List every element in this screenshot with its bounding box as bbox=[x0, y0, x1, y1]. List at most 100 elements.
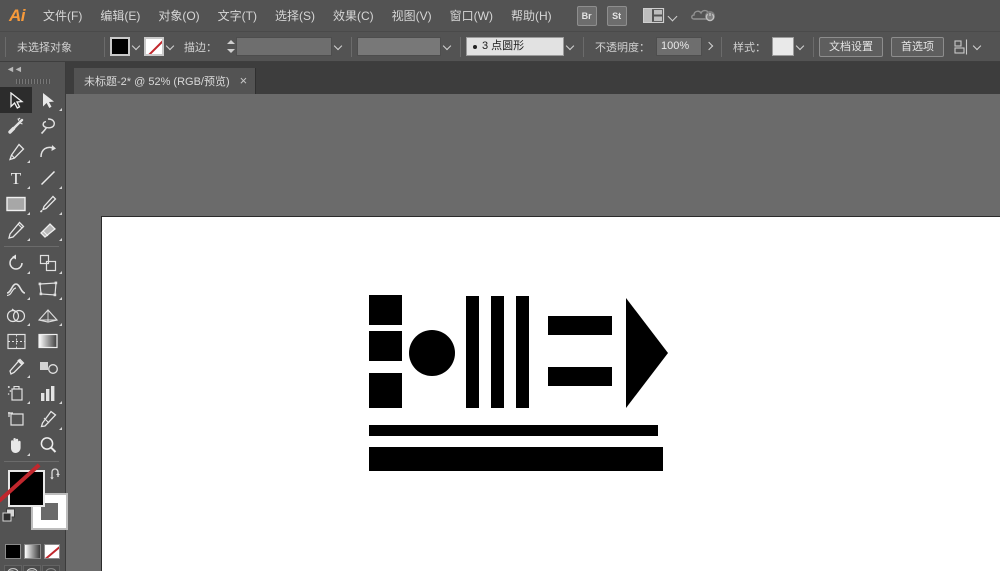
tool-eraser[interactable] bbox=[32, 217, 64, 243]
tool-mesh[interactable] bbox=[0, 328, 32, 354]
tool-shape-builder[interactable] bbox=[0, 302, 32, 328]
close-icon[interactable]: × bbox=[240, 74, 248, 88]
tool-curvature[interactable] bbox=[32, 139, 64, 165]
tool-eyedropper[interactable] bbox=[0, 354, 32, 380]
brush-definition-dropdown-arrow[interactable] bbox=[564, 37, 578, 56]
fast-forward-bars-logo[interactable] bbox=[102, 217, 1000, 571]
bridge-icon[interactable]: Br bbox=[576, 5, 597, 26]
tool-pen[interactable] bbox=[0, 139, 32, 165]
menu-file[interactable]: 文件(F) bbox=[34, 0, 91, 32]
menu-type[interactable]: 文字(T) bbox=[209, 0, 266, 32]
tool-gradient[interactable] bbox=[32, 328, 64, 354]
tool-symbol-sprayer[interactable] bbox=[0, 380, 32, 406]
color-mode-none[interactable] bbox=[43, 544, 60, 559]
tool-scale[interactable] bbox=[32, 250, 64, 276]
tool-paintbrush[interactable] bbox=[32, 191, 64, 217]
tool-artboard[interactable] bbox=[0, 406, 32, 432]
screen-mode-normal[interactable] bbox=[4, 565, 22, 571]
tool-perspective-grid[interactable] bbox=[32, 302, 64, 328]
equals-bottom bbox=[548, 367, 612, 386]
tool-type[interactable]: T bbox=[0, 165, 32, 191]
lasso-icon bbox=[40, 118, 55, 135]
default-fill-stroke-icon[interactable] bbox=[2, 508, 17, 523]
rule-thin bbox=[369, 425, 658, 436]
scale-icon bbox=[39, 254, 57, 272]
creative-cloud-icon[interactable] bbox=[690, 6, 717, 26]
tool-hand[interactable] bbox=[0, 432, 32, 458]
opacity-expand-arrow[interactable] bbox=[702, 37, 716, 56]
variable-width-profile-input[interactable] bbox=[357, 37, 441, 56]
stroke-weight-dropdown-arrow[interactable] bbox=[332, 37, 346, 56]
circle-dot bbox=[409, 330, 455, 376]
chevron-down-icon[interactable] bbox=[667, 10, 679, 22]
align-objects-icon[interactable] bbox=[954, 39, 971, 55]
tool-rotate[interactable] bbox=[0, 250, 32, 276]
rectangle-icon bbox=[6, 196, 26, 212]
divider bbox=[721, 36, 722, 57]
blend-icon bbox=[39, 361, 58, 374]
tool-selection[interactable] bbox=[0, 87, 32, 113]
tool-free-transform[interactable] bbox=[32, 276, 64, 302]
preferences-button[interactable]: 首选项 bbox=[891, 36, 944, 57]
menu-window[interactable]: 窗口(W) bbox=[441, 0, 502, 32]
tool-width[interactable] bbox=[0, 276, 32, 302]
brush-definition-select[interactable]: 3 点圆形 bbox=[466, 37, 564, 56]
document-tab[interactable]: 未标题-2* @ 52% (RGB/预览) × bbox=[74, 68, 257, 94]
graphic-style-swatch[interactable] bbox=[772, 37, 794, 56]
screen-mode-full[interactable] bbox=[42, 565, 60, 571]
collapse-panel-button[interactable]: ◄◄ bbox=[0, 62, 65, 75]
workspace-switcher-icon[interactable] bbox=[642, 8, 665, 24]
color-mode-solid[interactable] bbox=[5, 544, 22, 559]
color-mode-gradient[interactable] bbox=[24, 544, 41, 559]
graphic-style-dropdown-arrow[interactable] bbox=[794, 37, 808, 56]
tool-blend[interactable] bbox=[32, 354, 64, 380]
illustrator-window: Ai 文件(F) 编辑(E) 对象(O) 文字(T) 选择(S) 效果(C) 视… bbox=[0, 0, 1000, 571]
variable-width-dropdown-arrow[interactable] bbox=[441, 37, 455, 56]
menu-effect[interactable]: 效果(C) bbox=[324, 0, 383, 32]
fill-color-swatch[interactable] bbox=[110, 37, 130, 56]
menu-help[interactable]: 帮助(H) bbox=[502, 0, 561, 32]
tool-slice[interactable] bbox=[32, 406, 64, 432]
tool-magic-wand[interactable] bbox=[0, 113, 32, 139]
document-setup-button[interactable]: 文档设置 bbox=[819, 36, 883, 57]
screen-mode-full-menu[interactable] bbox=[23, 565, 41, 571]
tool-column-graph[interactable] bbox=[32, 380, 64, 406]
free-transform-icon bbox=[38, 281, 58, 297]
opacity-input[interactable]: 100% bbox=[656, 37, 702, 56]
menu-object[interactable]: 对象(O) bbox=[149, 0, 208, 32]
artboard-canvas[interactable] bbox=[101, 216, 1000, 571]
tool-zoom[interactable] bbox=[32, 432, 64, 458]
divider bbox=[5, 36, 6, 57]
bar-2 bbox=[491, 296, 504, 408]
menu-view[interactable]: 视图(V) bbox=[383, 0, 441, 32]
slice-icon bbox=[40, 410, 57, 428]
stroke-weight-input[interactable] bbox=[236, 37, 332, 56]
brush-dot-icon bbox=[473, 44, 477, 49]
stroke-dropdown-arrow[interactable] bbox=[164, 37, 178, 56]
divider bbox=[813, 36, 814, 57]
menu-select[interactable]: 选择(S) bbox=[266, 0, 324, 32]
document-tab-bar: 未标题-2* @ 52% (RGB/预览) × bbox=[0, 62, 1000, 94]
magic-wand-icon bbox=[8, 117, 24, 134]
tool-pencil[interactable] bbox=[0, 217, 32, 243]
opacity-label: 不透明度： bbox=[595, 41, 650, 54]
svg-text:T: T bbox=[11, 169, 22, 187]
tool-grid: T bbox=[0, 87, 65, 243]
tool-rectangle[interactable] bbox=[0, 191, 32, 217]
divider bbox=[460, 36, 461, 57]
tool-lasso[interactable] bbox=[32, 113, 64, 139]
tool-line-segment[interactable] bbox=[32, 165, 64, 191]
stock-icon[interactable]: St bbox=[606, 5, 627, 26]
panel-drag-handle[interactable] bbox=[0, 75, 65, 87]
stroke-color-swatch[interactable] bbox=[144, 37, 164, 56]
pencil-icon bbox=[8, 221, 25, 239]
tool-direct-selection[interactable] bbox=[32, 87, 64, 113]
divider bbox=[583, 36, 584, 57]
fill-dropdown-arrow[interactable] bbox=[130, 37, 144, 56]
tools-panel: ◄◄ T bbox=[0, 62, 68, 571]
direct-selection-icon bbox=[42, 92, 54, 108]
swap-fill-stroke-icon[interactable] bbox=[49, 468, 62, 481]
menu-edit[interactable]: 编辑(E) bbox=[91, 0, 149, 32]
stroke-weight-stepper[interactable] bbox=[225, 37, 236, 56]
align-dropdown-arrow[interactable] bbox=[971, 37, 985, 56]
